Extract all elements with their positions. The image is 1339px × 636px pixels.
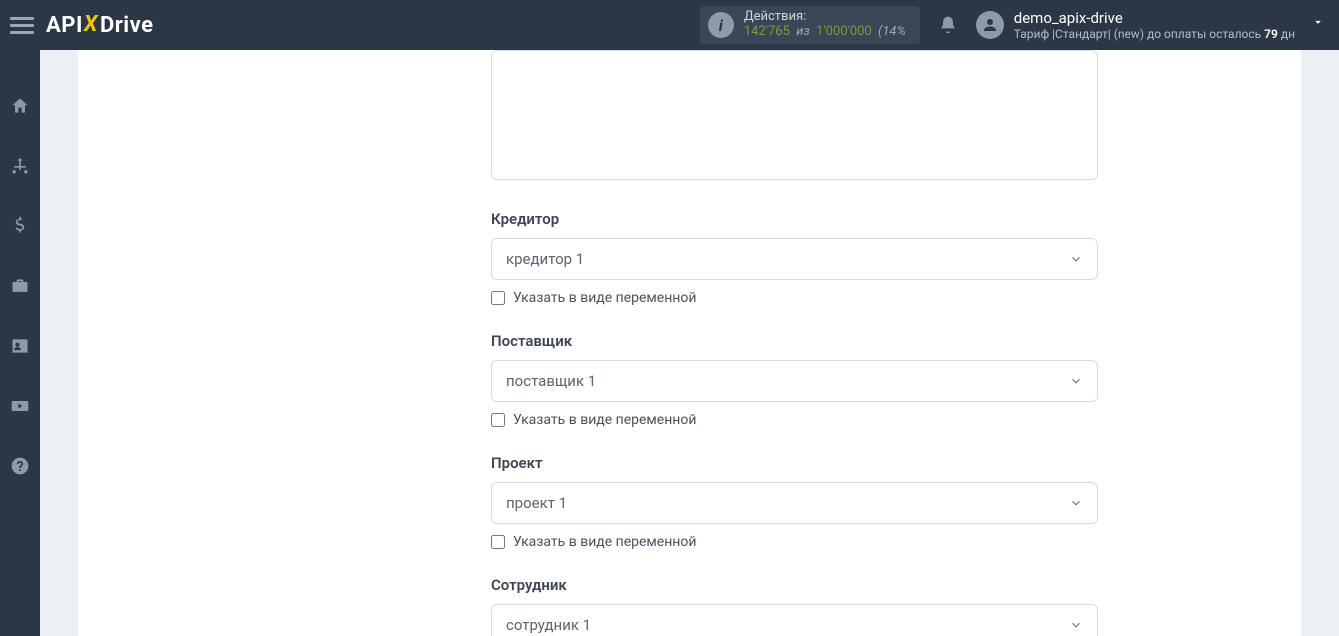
supplier-select[interactable]: поставщик 1 [491, 360, 1098, 402]
form-area: Кредитор кредитор 1 Указать в виде перем… [491, 50, 1101, 636]
user-menu[interactable]: demo_apix-drive Тариф |Стандарт| (new) д… [976, 9, 1325, 41]
sidebar-item-billing[interactable] [0, 206, 40, 246]
top-header: API X Drive i Действия: 142'765 из 1'000… [0, 0, 1339, 50]
select-value: кредитор 1 [506, 250, 584, 268]
menu-toggle-button[interactable] [10, 13, 34, 37]
creditor-select[interactable]: кредитор 1 [491, 238, 1098, 280]
notifications-icon[interactable] [938, 15, 958, 35]
description-textarea[interactable] [491, 50, 1098, 180]
logo-text-api: API [46, 13, 83, 38]
select-value: сотрудник 1 [506, 616, 591, 634]
sidebar-item-home[interactable] [0, 86, 40, 126]
user-name: demo_apix-drive [1014, 9, 1295, 27]
variable-checkbox-label[interactable]: Указать в виде переменной [513, 290, 696, 306]
field-label: Поставщик [491, 332, 1098, 350]
select-value: проект 1 [506, 494, 567, 512]
app-logo[interactable]: API X Drive [46, 13, 154, 38]
actions-stats: 142'765 из 1'000'000 (14% [744, 25, 906, 40]
field-employee: Сотрудник сотрудник 1 Указать в виде пер… [491, 576, 1098, 636]
chevron-down-icon [1069, 496, 1083, 510]
project-select[interactable]: проект 1 [491, 482, 1098, 524]
logo-text-drive: Drive [100, 13, 154, 38]
field-project: Проект проект 1 Указать в виде переменно… [491, 454, 1098, 550]
variable-checkbox[interactable] [491, 413, 505, 427]
chevron-down-icon [1069, 618, 1083, 632]
avatar-icon [976, 11, 1004, 39]
field-creditor: Кредитор кредитор 1 Указать в виде перем… [491, 210, 1098, 306]
chevron-down-icon [1069, 252, 1083, 266]
field-label: Сотрудник [491, 576, 1098, 594]
actions-title: Действия: [744, 10, 906, 25]
logo-text-x: X [84, 12, 98, 37]
field-label: Кредитор [491, 210, 1098, 228]
field-supplier: Поставщик поставщик 1 Указать в виде пер… [491, 332, 1098, 428]
actions-counter[interactable]: i Действия: 142'765 из 1'000'000 (14% [700, 6, 920, 44]
variable-checkbox[interactable] [491, 291, 505, 305]
info-icon: i [708, 12, 734, 38]
sidebar-item-connections[interactable] [0, 146, 40, 186]
variable-checkbox-label[interactable]: Указать в виде переменной [513, 534, 696, 550]
field-label: Проект [491, 454, 1098, 472]
chevron-down-icon [1311, 15, 1325, 29]
left-sidebar [0, 50, 40, 636]
sidebar-item-briefcase[interactable] [0, 266, 40, 306]
sidebar-item-contacts[interactable] [0, 326, 40, 366]
user-plan: Тариф |Стандарт| (new) до оплаты осталос… [1014, 27, 1295, 41]
main-area: Кредитор кредитор 1 Указать в виде перем… [40, 50, 1339, 636]
chevron-down-icon [1069, 374, 1083, 388]
variable-checkbox[interactable] [491, 535, 505, 549]
select-value: поставщик 1 [506, 372, 596, 390]
content-card: Кредитор кредитор 1 Указать в виде перем… [78, 50, 1301, 636]
employee-select[interactable]: сотрудник 1 [491, 604, 1098, 636]
sidebar-item-help[interactable] [0, 446, 40, 486]
variable-checkbox-label[interactable]: Указать в виде переменной [513, 412, 696, 428]
sidebar-item-video[interactable] [0, 386, 40, 426]
